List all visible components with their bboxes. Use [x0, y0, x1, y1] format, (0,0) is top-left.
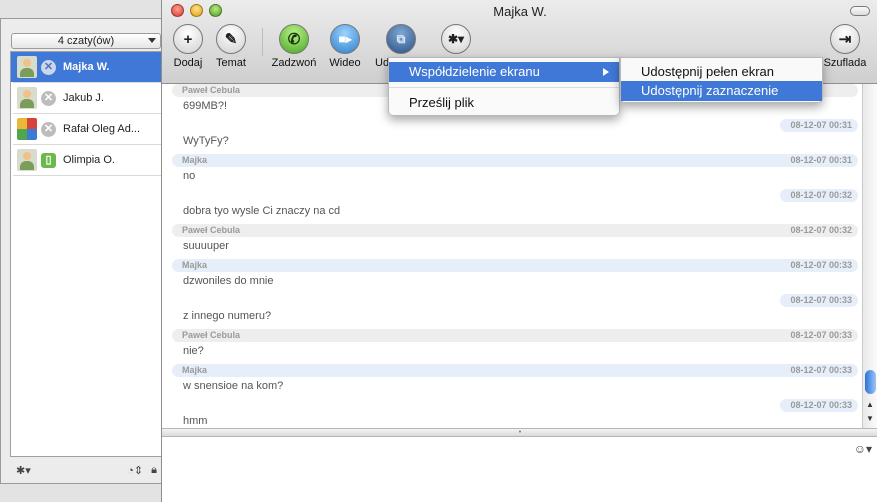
timestamp-row: 08-12-07 00:33 [162, 294, 862, 307]
message-timestamp: 08-12-07 00:31 [790, 155, 852, 165]
offline-status-icon: ✕ [41, 121, 56, 137]
split-handle[interactable]: • [162, 428, 877, 437]
drawer-label: Szuflada [823, 57, 867, 69]
emoticon-icon[interactable]: ☺▾ [854, 442, 872, 456]
drawer-icon: ⇥ [830, 24, 860, 54]
chat-count-label: 4 czaty(ów) [57, 35, 115, 47]
message-header: Majka 08-12-07 00:33 [172, 259, 858, 272]
chat-transcript: Paweł Cebula 699MB?! 08-12-07 00:31 WyTyFy?… [162, 84, 862, 428]
chat-scrollbar[interactable]: ▲ ▼ [862, 84, 877, 428]
message-timestamp: 08-12-07 00:33 [790, 260, 852, 270]
menu-item-screen-share-label: Współdzielenie ekranu [409, 64, 540, 79]
message-timestamp: 08-12-07 00:32 [790, 225, 852, 235]
message-timestamp: 08-12-07 00:33 [790, 365, 852, 375]
share-menu: Współdzielenie ekranu Prześlij plik [388, 57, 620, 116]
contact-name: Majka W. [63, 61, 110, 73]
message-header: Majka 08-12-07 00:31 [172, 154, 858, 167]
message-timestamp: 08-12-07 00:33 [790, 330, 852, 340]
message-header: Paweł Cebula 08-12-07 00:32 [172, 224, 858, 237]
toolbar-divider [262, 28, 263, 56]
message-text: w snensioe na kom? [183, 380, 284, 392]
menu-item-share-full-screen[interactable]: Udostępnij pełen ekran [621, 62, 822, 82]
contact-item[interactable]: ✕ Rafał Oleg Ad... [11, 114, 162, 144]
action-menu-button[interactable]: ✱▾ [430, 24, 482, 54]
message-text: nie? [183, 345, 204, 357]
scroll-up-icon[interactable]: ▲ [866, 400, 874, 409]
message-sender: Paweł Cebula [182, 330, 241, 340]
submenu-arrow-icon [603, 68, 609, 76]
message-text: z innego numeru? [183, 310, 272, 322]
chat-count-select[interactable]: 4 czaty(ów) [11, 33, 161, 49]
message-timestamp: 08-12-07 00:31 [780, 119, 858, 132]
online-status-icon: ▯ [41, 152, 56, 168]
contact-name: Olimpia O. [63, 154, 115, 166]
drawer-button[interactable]: ⇥ Szuflada [815, 24, 875, 69]
message-timestamp: 08-12-07 00:33 [780, 399, 858, 412]
message-input[interactable]: ☺▾ [162, 437, 877, 502]
scroll-thumb[interactable] [865, 370, 876, 394]
timestamp-row: 08-12-07 00:33 [162, 399, 862, 412]
menu-item-screen-share[interactable]: Współdzielenie ekranu [389, 62, 619, 82]
message-sender: Majka [182, 155, 208, 165]
topic-label: Temat [216, 57, 246, 69]
divider [13, 175, 162, 176]
topic-button[interactable]: ✎ Temat [205, 24, 257, 69]
screen-share-icon: ⧉ [386, 24, 416, 54]
avatar [17, 56, 37, 78]
message-text: dobra tyo wysle Ci znaczy na cd [183, 205, 341, 217]
menu-divider [389, 87, 619, 88]
offline-status-icon: ✕ [41, 59, 56, 75]
contacts-drawer: 4 czaty(ów) ✕ Majka W. ✕ Jakub J. ✕ Rafał Ole… [0, 18, 164, 484]
contact-name: Jakub J. [63, 92, 104, 104]
menu-item-send-file[interactable]: Prześlij plik [389, 93, 619, 113]
avatar [17, 149, 37, 171]
video-button[interactable]: ■▸ Wideo [319, 24, 371, 69]
message-sender: Paweł Cebula [182, 85, 241, 95]
toolbar-toggle-button[interactable] [850, 6, 870, 16]
gear-icon[interactable]: ✱▾ [16, 464, 31, 477]
timestamp-row: 08-12-07 00:31 [162, 119, 862, 132]
message-header: Paweł Cebula 08-12-07 00:33 [172, 329, 858, 342]
gear-icon: ✱▾ [441, 24, 471, 54]
contact-item[interactable]: ✕ Majka W. [11, 52, 162, 82]
menu-item-share-selection[interactable]: Udostępnij zaznaczenie [621, 81, 822, 101]
video-camera-icon: ■▸ [330, 24, 360, 54]
chevron-down-icon [148, 38, 156, 43]
message-text: hmm [183, 415, 208, 427]
message-sender: Majka [182, 365, 208, 375]
contact-item[interactable]: ✕ Jakub J. [11, 83, 162, 113]
avatar [17, 87, 37, 109]
message-header: Majka 08-12-07 00:33 [172, 364, 858, 377]
status-menu-icon[interactable]: ◔⇕ [127, 464, 143, 477]
message-text: no [183, 170, 196, 182]
message-timestamp: 08-12-07 00:33 [780, 294, 858, 307]
avatar [17, 118, 37, 140]
call-button[interactable]: ✆ Zadzwoń [268, 24, 320, 69]
message-text: suuuuper [183, 240, 229, 252]
contact-item[interactable]: ▯ Olimpia O. [11, 145, 162, 175]
message-timestamp: 08-12-07 00:32 [780, 189, 858, 202]
message-text: WyTyFy? [183, 135, 229, 147]
message-sender: Majka [182, 260, 208, 270]
contact-list: ✕ Majka W. ✕ Jakub J. ✕ Rafał Oleg Ad... ▯ Olim… [10, 51, 163, 457]
contact-name: Rafał Oleg Ad... [63, 123, 141, 135]
drawer-footer: ✱▾ ◔⇕ 🔒︎ [10, 459, 163, 481]
scroll-down-icon[interactable]: ▼ [866, 414, 874, 423]
lock-icon[interactable]: 🔒︎ [151, 464, 157, 477]
pencil-note-icon: ✎ [216, 24, 246, 54]
message-sender: Paweł Cebula [182, 225, 241, 235]
timestamp-row: 08-12-07 00:32 [162, 189, 862, 202]
call-label: Zadzwoń [271, 57, 317, 69]
window-title: Majka W. [493, 4, 547, 19]
message-text: dzwoniles do mnie [183, 275, 274, 287]
plus-icon: + [173, 24, 203, 54]
screen-share-submenu: Udostępnij pełen ekran Udostępnij zaznac… [620, 57, 823, 103]
offline-status-icon: ✕ [41, 90, 56, 106]
phone-icon: ✆ [279, 24, 309, 54]
video-label: Wideo [329, 57, 361, 69]
